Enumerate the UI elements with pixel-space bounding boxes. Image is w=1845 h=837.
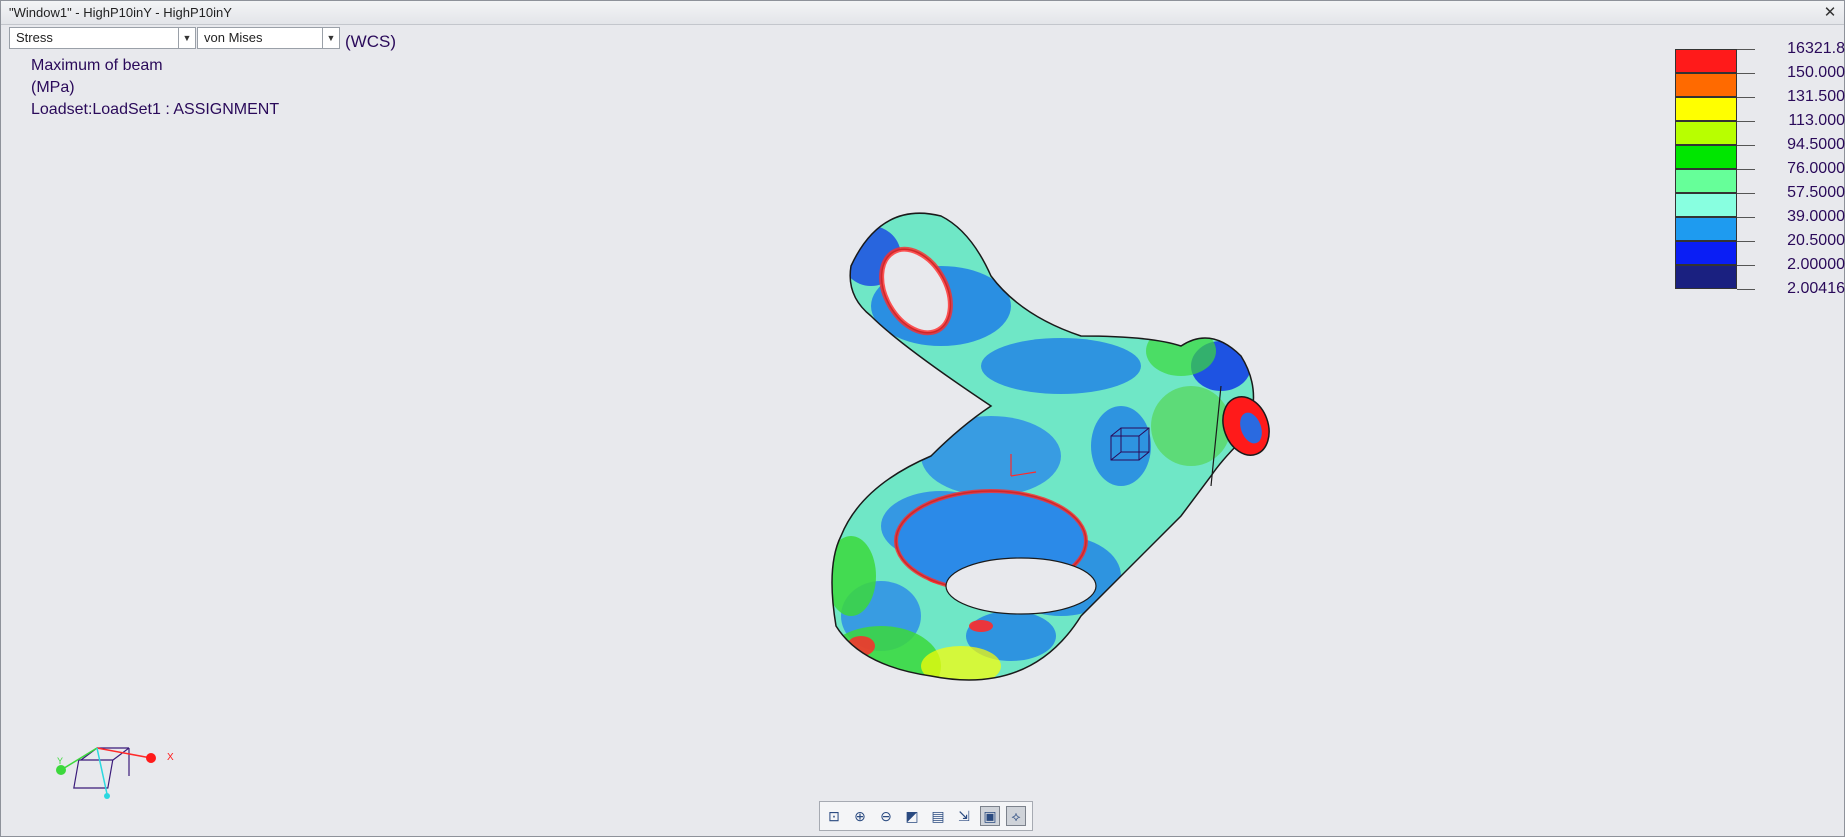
result-units: (MPa)	[31, 79, 75, 96]
fringe-plot-model[interactable]	[821, 196, 1361, 706]
legend-tick	[1737, 241, 1755, 242]
coordinate-system-label: (WCS)	[345, 32, 396, 51]
legend-label: 20.5000	[1787, 232, 1845, 249]
legend-swatch	[1675, 169, 1737, 193]
datum-display-icon: ⟡	[1011, 807, 1021, 824]
legend-tick	[1737, 193, 1755, 194]
datum-display-button[interactable]: ⟡	[1006, 806, 1026, 826]
legend-label: 150.000	[1787, 64, 1845, 81]
legend-swatch	[1675, 241, 1737, 265]
title-bar: "Window1" - HighP10inY - HighP10inY ✕	[1, 1, 1844, 25]
result-window: "Window1" - HighP10inY - HighP10inY ✕ St…	[0, 0, 1845, 837]
legend-swatch	[1675, 193, 1737, 217]
display-style-icon: ◩	[905, 807, 919, 824]
legend-tick	[1737, 265, 1755, 266]
legend-swatch	[1675, 73, 1737, 97]
orientation-triad: X Y	[56, 747, 174, 799]
y-axis-label: Y	[57, 756, 63, 766]
legend-label: 57.5000	[1787, 184, 1845, 201]
chevron-down-icon[interactable]: ▼	[322, 28, 339, 48]
result-description: Maximum of beam	[31, 57, 163, 74]
result-type-value: Stress	[16, 30, 53, 45]
refit-icon: ⊡	[828, 807, 840, 824]
zoom-out-icon: ⊖	[880, 807, 892, 824]
x-axis-label: X	[167, 752, 174, 763]
view-manager-icon: ⇲	[958, 807, 970, 824]
zoom-out-button[interactable]: ⊖	[876, 806, 896, 826]
legend-label: 76.0000	[1787, 160, 1845, 177]
legend-swatch	[1675, 97, 1737, 121]
zoom-in-icon: ⊕	[854, 807, 866, 824]
legend-tick	[1737, 121, 1755, 122]
close-icon[interactable]: ✕	[1822, 5, 1838, 21]
loadset-label: Loadset:LoadSet1 : ASSIGNMENT	[31, 101, 280, 118]
annotation-display-icon: ▣	[983, 807, 997, 824]
result-type-dropdown[interactable]: Stress ▼	[9, 27, 196, 49]
legend-label: 16321.8	[1787, 40, 1845, 57]
window-title: "Window1" - HighP10inY - HighP10inY	[9, 5, 232, 20]
legend-label: 2.00416	[1787, 280, 1845, 297]
refit-button[interactable]: ⊡	[824, 806, 844, 826]
legend-tick	[1737, 169, 1755, 170]
annotation-display-button[interactable]: ▣	[980, 806, 1000, 826]
legend-tick	[1737, 97, 1755, 98]
view-manager-button[interactable]: ⇲	[954, 806, 974, 826]
legend-tick	[1737, 289, 1755, 290]
legend-label: 2.00000	[1787, 256, 1845, 273]
zoom-in-button[interactable]: ⊕	[850, 806, 870, 826]
chevron-down-icon[interactable]: ▼	[178, 28, 195, 48]
legend-tick	[1737, 145, 1755, 146]
legend-tick	[1737, 217, 1755, 218]
legend-label: 131.500	[1787, 88, 1845, 105]
saved-views-button[interactable]: ▤	[928, 806, 948, 826]
view-toolbar: ⊡ ⊕ ⊖ ◩ ▤ ⇲ ▣ ⟡	[819, 801, 1033, 831]
legend-swatch	[1675, 121, 1737, 145]
saved-views-icon: ▤	[931, 807, 945, 824]
legend-label: 39.0000	[1787, 208, 1845, 225]
legend-tick	[1737, 49, 1755, 50]
legend-swatch	[1675, 49, 1737, 73]
legend-label: 113.000	[1788, 112, 1845, 129]
legend-swatch	[1675, 145, 1737, 169]
legend-tick	[1737, 73, 1755, 74]
display-style-button[interactable]: ◩	[902, 806, 922, 826]
legend-label: 94.5000	[1787, 136, 1845, 153]
legend-swatch	[1675, 217, 1737, 241]
component-value: von Mises	[204, 30, 263, 45]
legend-swatch	[1675, 265, 1737, 289]
component-dropdown[interactable]: von Mises ▼	[197, 27, 340, 49]
